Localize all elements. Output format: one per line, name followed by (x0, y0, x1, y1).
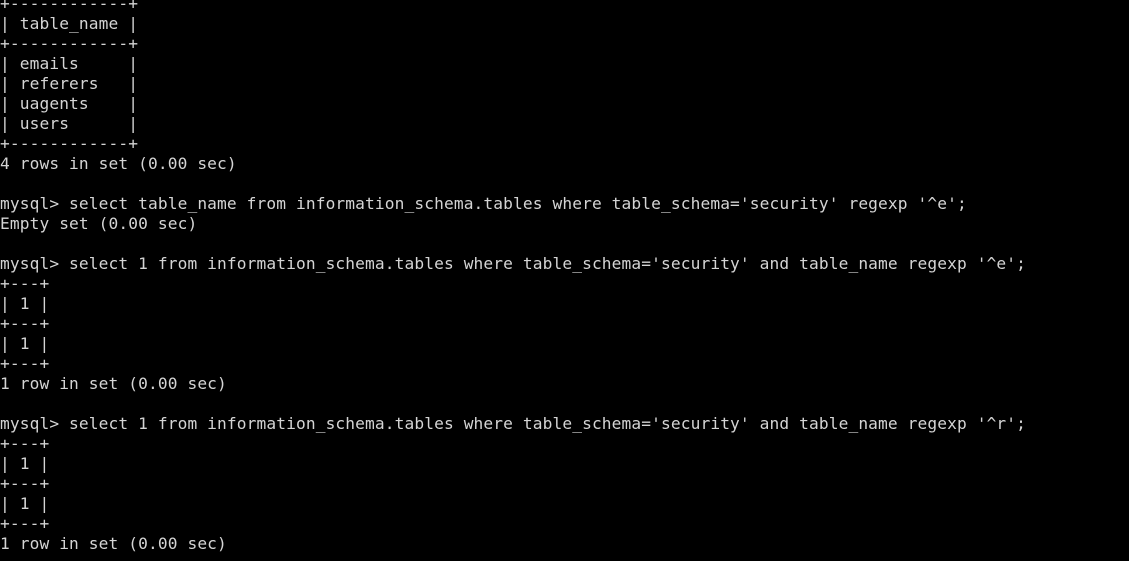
table-row: | 1 | (0, 334, 50, 353)
table-row: | users | (0, 114, 139, 133)
table-border-bottom: +------------+ (0, 134, 139, 153)
table-row: | uagents | (0, 94, 139, 113)
result-status-empty-set: Empty set (0.00 sec) (0, 214, 198, 233)
table-border-bottom: +---+ (0, 354, 50, 373)
terminal-scroll-area: +------------+ | table_name | +---------… (0, 0, 1129, 554)
table-header-row: | table_name | (0, 14, 139, 33)
table-border-bottom: +---+ (0, 514, 50, 533)
result-status-rows: 4 rows in set (0.00 sec) (0, 154, 237, 173)
terminal-window[interactable]: +------------+ | table_name | +---------… (0, 0, 1129, 561)
table-row: | referers | (0, 74, 139, 93)
table-header-row: | 1 | (0, 294, 50, 313)
table-border-header: +---+ (0, 314, 50, 333)
command-line-1: mysql> select table_name from informatio… (0, 194, 967, 213)
table-border-top: +---+ (0, 274, 50, 293)
result-status-row: 1 row in set (0.00 sec) (0, 374, 227, 393)
table-header-row: | 1 | (0, 454, 50, 473)
command-line-2: mysql> select 1 from information_schema.… (0, 254, 1027, 273)
table-border-header: +------------+ (0, 34, 139, 53)
table-row: | 1 | (0, 494, 50, 513)
command-line-3: mysql> select 1 from information_schema.… (0, 414, 1027, 433)
table-border-header: +---+ (0, 474, 50, 493)
table-row: | emails | (0, 54, 139, 73)
table-border-top: +---+ (0, 434, 50, 453)
result-status-row: 1 row in set (0.00 sec) (0, 534, 227, 553)
table-border-top-clipped: +------------+ (0, 0, 139, 13)
